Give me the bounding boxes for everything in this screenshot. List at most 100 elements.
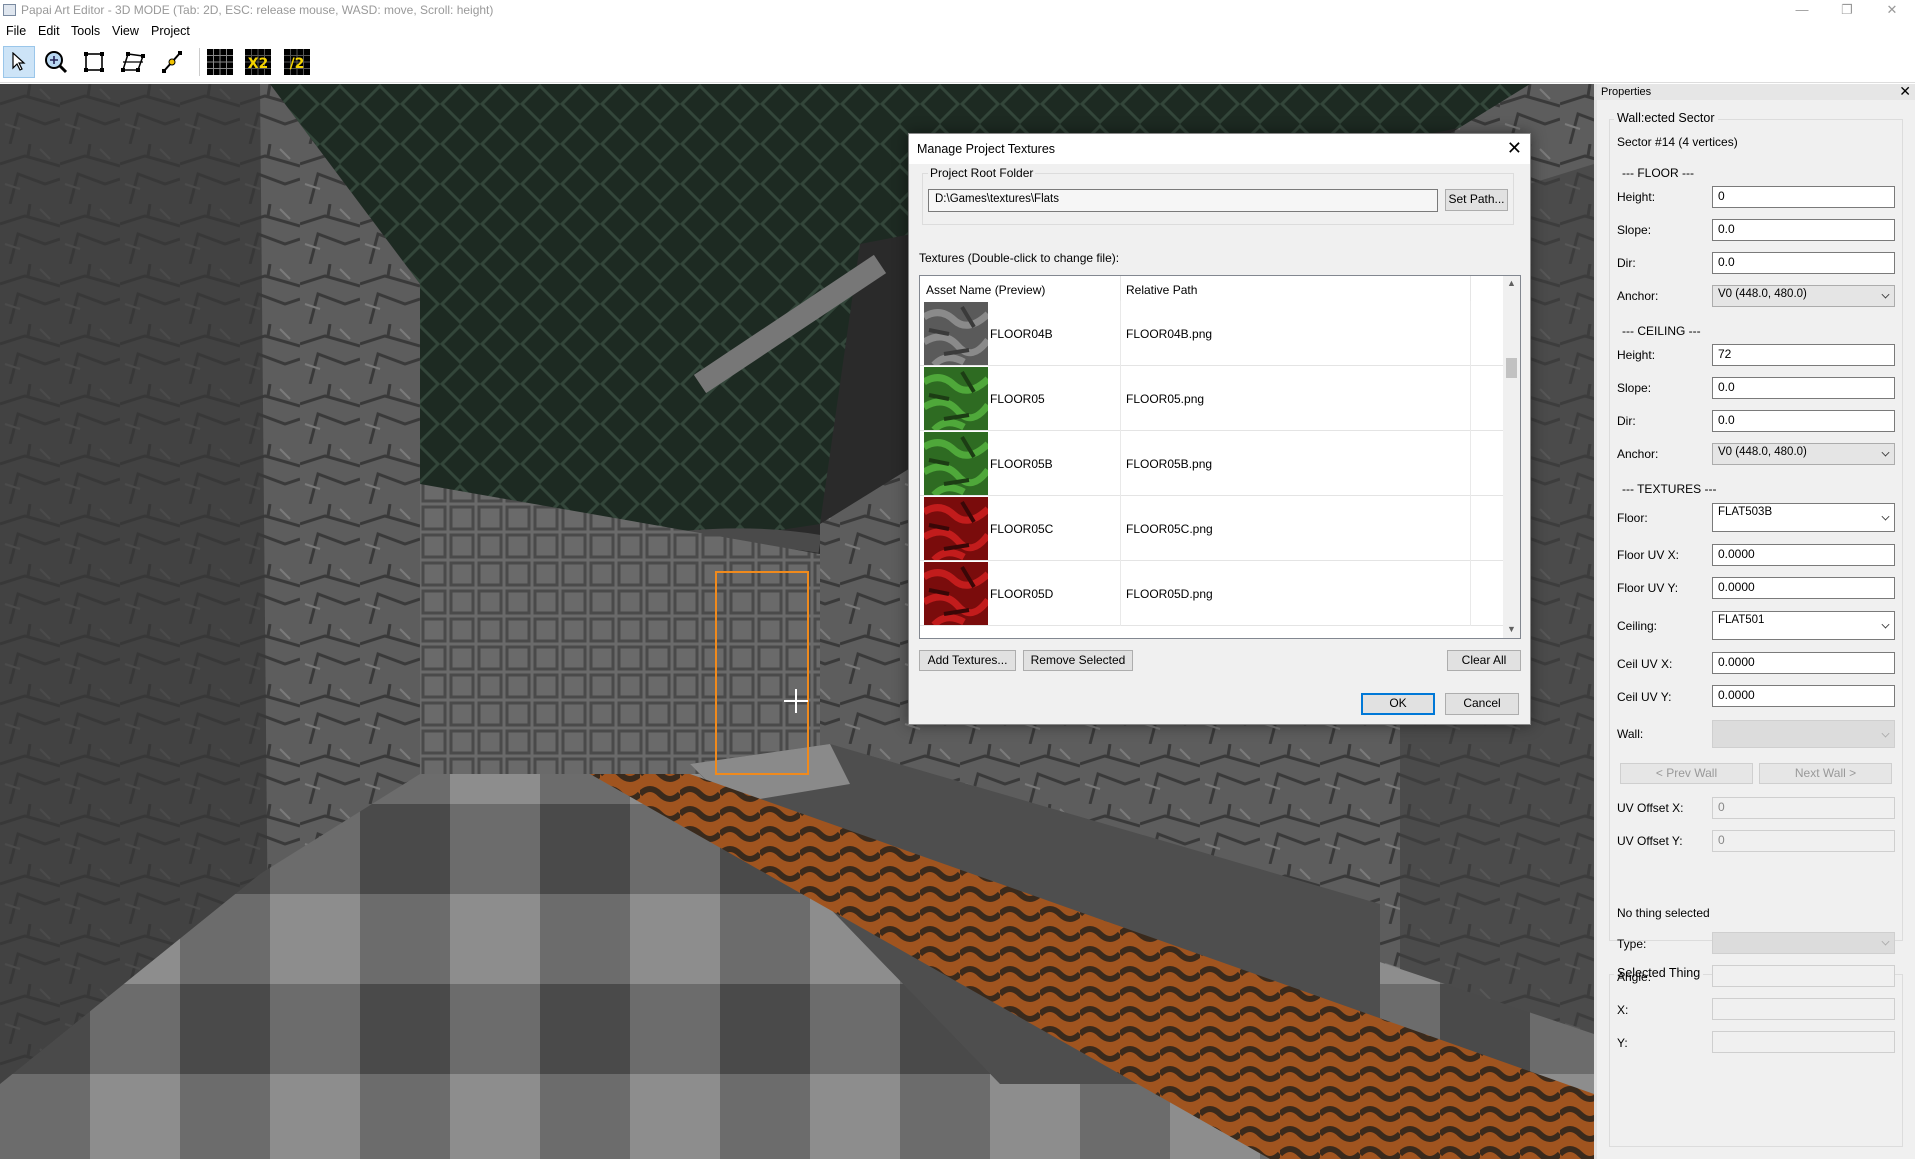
dialog-title: Manage Project Textures [917, 142, 1056, 156]
grid-toggle-icon[interactable] [204, 46, 236, 78]
texture-row[interactable]: FLOOR05C FLOOR05C.png [920, 496, 1503, 561]
texture-list-scrollbar[interactable]: ▲ ▼ [1503, 276, 1520, 638]
floor-height-input[interactable]: 0 [1712, 186, 1895, 208]
ceiling-texture-value: FLAT501 [1718, 614, 1765, 626]
project-root-group: Project Root Folder D:\Games\textures\Fl… [922, 166, 1514, 225]
ok-button[interactable]: OK [1361, 693, 1435, 715]
cell-separator [1120, 366, 1121, 431]
textures-heading: --- TEXTURES --- [1622, 482, 1717, 496]
cancel-button[interactable]: Cancel [1445, 693, 1519, 715]
grid-double-label: X2 [248, 56, 269, 72]
ceil-uv-y-input[interactable]: 0.0000 [1712, 685, 1895, 707]
rectangle-tool-icon[interactable] [78, 46, 110, 78]
root-path-input[interactable]: D:\Games\textures\Flats [928, 189, 1438, 212]
floor-uv-x-input[interactable]: 0.0000 [1712, 544, 1895, 566]
floor-dir-label: Dir: [1617, 256, 1636, 270]
cell-separator [1470, 431, 1471, 496]
thing-y-label: Y: [1617, 1036, 1628, 1050]
thing-angle-label: Angle: [1617, 970, 1652, 984]
column-separator [1470, 276, 1471, 301]
menu-tools[interactable]: Tools [71, 24, 100, 38]
ceiling-dir-input[interactable]: 0.0 [1712, 410, 1895, 432]
thing-info: No thing selected [1617, 906, 1710, 920]
uv-offset-x-label: UV Offset X: [1617, 801, 1684, 815]
floor-dir-input[interactable]: 0.0 [1712, 252, 1895, 274]
floor-anchor-select[interactable]: V0 (448.0, 480.0) [1712, 285, 1895, 307]
properties-close-icon[interactable]: ✕ [1899, 83, 1911, 100]
select-tool-icon[interactable] [3, 46, 35, 78]
floor-slope-input[interactable]: 0.0 [1712, 219, 1895, 241]
texture-path: FLOOR04B.png [1126, 327, 1213, 341]
ceil-uv-y-label: Ceil UV Y: [1617, 690, 1672, 704]
line-tool-icon[interactable] [156, 46, 188, 78]
sector-group-label: Wall:ected Sector [1614, 111, 1718, 125]
menu-file[interactable]: File [6, 24, 26, 38]
texture-path: FLOOR05.png [1126, 392, 1205, 406]
chevron-down-icon [1881, 620, 1890, 629]
menu-edit[interactable]: Edit [38, 24, 60, 38]
ceiling-dir-label: Dir: [1617, 414, 1636, 428]
texture-preview [924, 302, 988, 365]
properties-header: Properties ✕ [1597, 83, 1915, 100]
column-asset-name[interactable]: Asset Name (Preview) [926, 283, 1045, 297]
texture-row[interactable]: FLOOR05 FLOOR05.png [920, 366, 1503, 431]
toolbar-separator [199, 48, 200, 76]
texture-row[interactable]: FLOOR05D FLOOR05D.png [920, 561, 1503, 626]
clear-all-button[interactable]: Clear All [1447, 650, 1521, 671]
scroll-down-icon[interactable]: ▼ [1507, 624, 1516, 634]
texture-list[interactable]: Asset Name (Preview) Relative Path FLOOR… [919, 275, 1521, 639]
cell-separator [1470, 561, 1471, 626]
chevron-down-icon [1881, 512, 1890, 521]
texture-row[interactable]: FLOOR04B FLOOR04B.png [920, 301, 1503, 366]
floor-texture-select[interactable]: FLAT503B [1712, 503, 1895, 532]
chevron-down-icon [1881, 448, 1890, 457]
scroll-thumb[interactable] [1506, 358, 1517, 378]
thing-type-select[interactable] [1712, 932, 1895, 954]
column-relative-path[interactable]: Relative Path [1126, 283, 1197, 297]
menu-project[interactable]: Project [151, 24, 190, 38]
texture-preview [924, 497, 988, 560]
ceiling-height-input[interactable]: 72 [1712, 344, 1895, 366]
add-textures-button[interactable]: Add Textures... [919, 650, 1016, 671]
ceiling-texture-select[interactable]: FLAT501 [1712, 611, 1895, 640]
texture-name: FLOOR05 [990, 392, 1045, 406]
texture-list-header: Asset Name (Preview) Relative Path [920, 276, 1503, 301]
thing-y-input[interactable] [1712, 1031, 1895, 1053]
floor-anchor-label: Anchor: [1617, 289, 1659, 303]
thing-angle-input[interactable] [1712, 965, 1895, 987]
dialog-close-icon[interactable]: ✕ [1507, 137, 1522, 159]
texture-path: FLOOR05D.png [1126, 587, 1213, 601]
thing-x-input[interactable] [1712, 998, 1895, 1020]
wall-select[interactable] [1712, 720, 1895, 748]
ceiling-anchor-select[interactable]: V0 (448.0, 480.0) [1712, 443, 1895, 465]
ceil-uv-x-input[interactable]: 0.0000 [1712, 652, 1895, 674]
close-window-icon[interactable]: ✕ [1872, 0, 1912, 21]
restore-icon[interactable]: ❐ [1827, 0, 1867, 21]
scroll-up-icon[interactable]: ▲ [1507, 278, 1516, 288]
remove-selected-button[interactable]: Remove Selected [1023, 650, 1133, 671]
uv-offset-x-input[interactable]: 0 [1712, 797, 1895, 819]
texture-name: FLOOR05D [990, 587, 1054, 601]
menu-view[interactable]: View [112, 24, 139, 38]
zoom-tool-icon[interactable] [39, 46, 71, 78]
texture-preview [924, 562, 988, 625]
properties-title: Properties [1601, 86, 1652, 98]
prev-wall-button[interactable]: < Prev Wall [1620, 763, 1753, 784]
texture-name: FLOOR05C [990, 522, 1054, 536]
floor-uv-y-input[interactable]: 0.0000 [1712, 577, 1895, 599]
texture-row[interactable]: FLOOR05B FLOOR05B.png [920, 431, 1503, 496]
selected-wall-outline [715, 571, 809, 775]
ceiling-anchor-value: V0 (448.0, 480.0) [1718, 446, 1807, 458]
set-path-button[interactable]: Set Path... [1445, 189, 1508, 211]
next-wall-button[interactable]: Next Wall > [1759, 763, 1892, 784]
toolbar: X2 /2 [0, 41, 1915, 83]
minimize-icon[interactable]: — [1782, 0, 1822, 21]
uv-offset-y-input[interactable]: 0 [1712, 830, 1895, 852]
manage-textures-dialog: Manage Project Textures ✕ Project Root F… [908, 133, 1531, 725]
grid-half-icon[interactable]: /2 [281, 46, 313, 78]
sector-info: Sector #14 (4 vertices) [1617, 135, 1738, 149]
vertex-edit-tool-icon[interactable] [117, 46, 149, 78]
ceiling-slope-input[interactable]: 0.0 [1712, 377, 1895, 399]
column-separator [1120, 276, 1121, 301]
grid-double-icon[interactable]: X2 [242, 46, 274, 78]
